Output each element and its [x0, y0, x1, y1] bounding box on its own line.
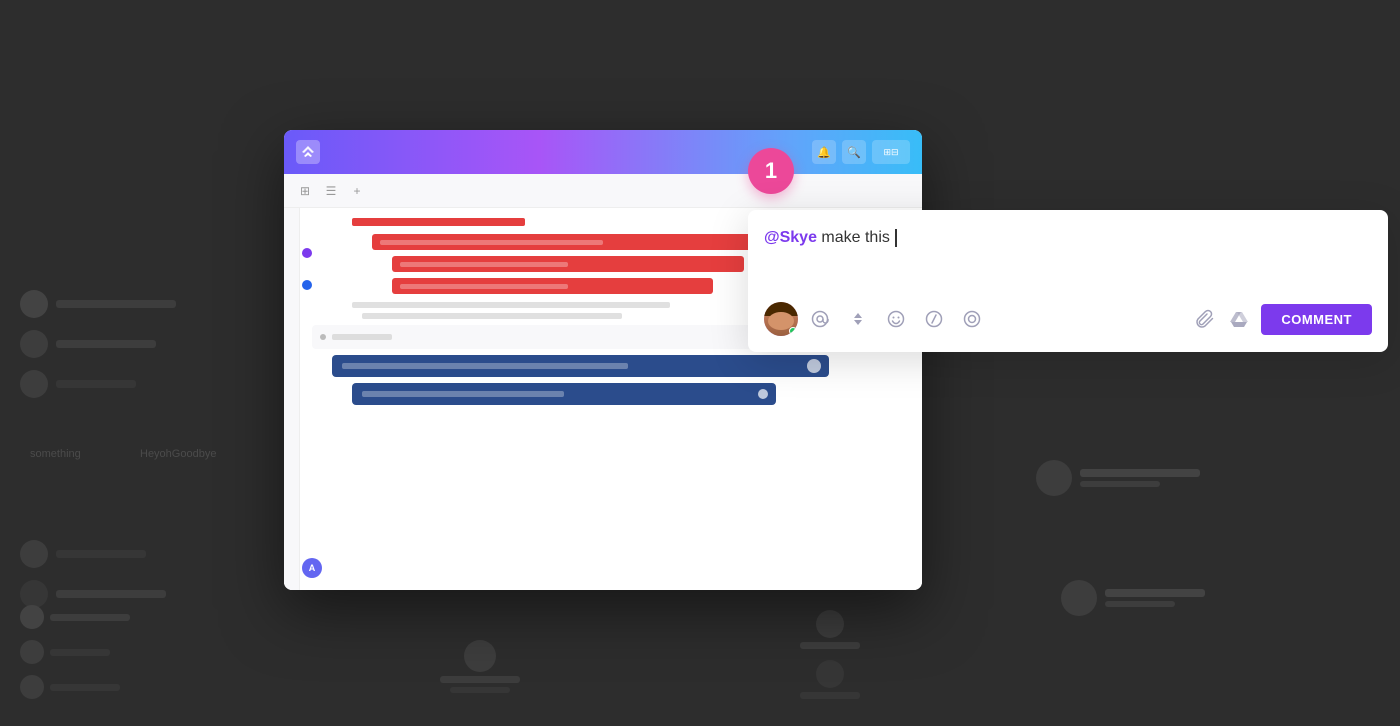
- app-screenshot-card: 🔔 🔍 ⊞⊟ ⊞ ☰ +: [284, 130, 922, 590]
- comment-tool-icons: [808, 307, 1183, 331]
- bottom-avatar: A: [302, 558, 322, 578]
- side-indicators: [302, 248, 312, 290]
- bell-icon[interactable]: 🔔: [812, 140, 836, 164]
- app-sidebar: [284, 208, 300, 590]
- mention-text: @Skye: [764, 229, 817, 246]
- emoji-icon[interactable]: [884, 307, 908, 331]
- comment-popup[interactable]: @Skye make this: [748, 210, 1388, 352]
- comment-toolbar: COMMENT: [764, 302, 1372, 336]
- slash-icon[interactable]: [922, 307, 946, 331]
- grid-icon: ⊞: [296, 182, 314, 200]
- red-label-bar: [352, 218, 525, 226]
- mention-icon[interactable]: [808, 307, 832, 331]
- layout-icon[interactable]: ⊞⊟: [872, 140, 910, 164]
- attachment-icon[interactable]: [1193, 307, 1217, 331]
- app-toolbar: ⊞ ☰ +: [284, 174, 922, 208]
- priority-icon[interactable]: [846, 307, 870, 331]
- header-icons: 🔔 🔍 ⊞⊟: [812, 140, 910, 164]
- comment-submit-button[interactable]: COMMENT: [1261, 304, 1372, 335]
- blue-bar-row-1: [332, 355, 910, 377]
- comment-body-text: make this: [817, 229, 894, 246]
- plus-icon[interactable]: +: [348, 182, 366, 200]
- blue-section: [312, 355, 910, 405]
- app-logo: [296, 140, 320, 164]
- assign-icon[interactable]: [960, 307, 984, 331]
- commenter-avatar: [764, 302, 798, 336]
- list-icon: ☰: [322, 182, 340, 200]
- blue-dot: [302, 280, 312, 290]
- purple-dot: [302, 248, 312, 258]
- notification-badge: 1: [748, 148, 794, 194]
- drive-icon[interactable]: [1227, 307, 1251, 331]
- comment-right-tools: COMMENT: [1193, 304, 1372, 335]
- search-icon-btn[interactable]: 🔍: [842, 140, 866, 164]
- app-header: 🔔 🔍 ⊞⊟: [284, 130, 922, 174]
- blue-bar-row-2: [352, 383, 910, 405]
- text-cursor: [895, 229, 897, 247]
- online-indicator: [789, 327, 797, 335]
- comment-text-area[interactable]: @Skye make this: [764, 226, 1372, 286]
